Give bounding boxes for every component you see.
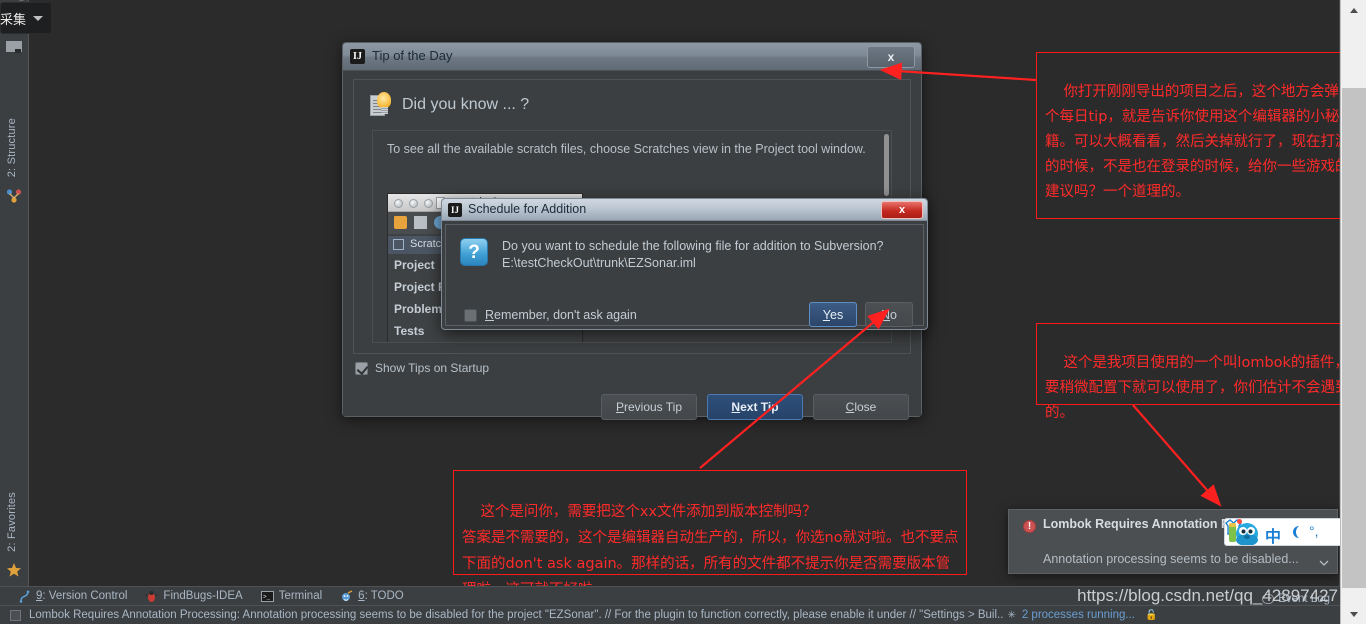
next-tip-button[interactable]: Next Tip: [707, 394, 803, 420]
spinner-icon: ✳: [1007, 609, 1016, 621]
ime-degree-label[interactable]: °,: [1309, 523, 1319, 539]
version-control-icon: [18, 590, 31, 603]
remember-label: Remember, don't ask again: [485, 308, 637, 322]
show-tips-label: Show Tips on Startup: [375, 361, 490, 375]
watermark: https://blog.csdn.net/qq_42897427: [1077, 586, 1338, 605]
moon-icon[interactable]: [1289, 525, 1303, 539]
tip-heading-row: Did you know ... ?: [370, 90, 529, 120]
mock-row: Project F: [394, 280, 446, 294]
svg-text:>_: >_: [263, 593, 271, 600]
folder-icon: [394, 216, 407, 229]
status-message: Lombok Requires Annotation Processing: A…: [29, 609, 1004, 621]
tool-window-terminal[interactable]: >_ Terminal: [260, 590, 323, 603]
todo-icon: [340, 589, 353, 603]
schedule-for-addition-dialog: IJ Schedule for Addition x ? Do you want…: [441, 198, 928, 330]
error-icon: !: [1023, 520, 1036, 533]
intellij-icon: IJ: [448, 203, 462, 217]
sidebar-item-favorites[interactable]: 2: Favorites: [6, 492, 18, 552]
tool-window-version-control[interactable]: 9: Version Control: [18, 590, 127, 603]
tool-window-label: 6: TODO: [358, 590, 404, 602]
mock-window-dot: [409, 199, 418, 208]
left-tool-strip: ro] 2: Structure 2: Favorites: [0, 0, 29, 586]
tool-window-label: 9: Version Control: [36, 590, 128, 602]
schedule-message-line2: E:\testCheckOut\trunk\EZSonar.iml: [502, 256, 696, 270]
mock-row: Project: [394, 258, 435, 272]
ime-mode-label[interactable]: 中: [1265, 523, 1281, 545]
schedule-dialog-titlebar[interactable]: IJ Schedule for Addition x: [442, 199, 927, 221]
mock-window-dot: [424, 199, 433, 208]
schedule-message: Do you want to schedule the following fi…: [502, 238, 913, 272]
chevron-down-icon[interactable]: [1319, 555, 1329, 566]
lock-icon[interactable]: 🔓: [1145, 610, 1157, 621]
findbugs-icon: [145, 590, 159, 603]
qq-penguin-icon: [1228, 520, 1262, 545]
tip-body-text: To see all the available scratch files, …: [387, 142, 866, 156]
checkbox-box: [355, 361, 368, 375]
sidebar-item-structure[interactable]: 2: Structure: [6, 118, 18, 177]
schedule-message-line1: Do you want to schedule the following fi…: [502, 239, 884, 253]
terminal-icon: >_: [260, 590, 274, 603]
annotation-bottom: 这个是问你，需要把这个xx文件添加到版本控制吗？ 答案是不需要的，这个是编辑器自…: [453, 470, 967, 598]
screen: ro] 2: Structure 2: Favorites 采集: [0, 0, 1366, 624]
scrollbar-thumb[interactable]: [1342, 88, 1366, 588]
previous-tip-button[interactable]: Previous Tip: [601, 394, 697, 420]
schedule-dialog-title: Schedule for Addition: [468, 202, 587, 216]
question-icon: ?: [460, 238, 488, 266]
annotation-top-right: 你打开刚刚导出的项目之后，这个地方会弹出个每日tip，就是告诉你使用这个编辑器的…: [1036, 52, 1366, 219]
tip-dialog-titlebar[interactable]: IJ Tip of the Day x: [343, 43, 921, 71]
tool-window-label: Terminal: [278, 590, 323, 602]
status-bar: Lombok Requires Annotation Processing: A…: [0, 605, 1366, 624]
tip-dialog-buttons: Previous Tip Next Tip Close: [601, 394, 909, 420]
close-button[interactable]: x: [867, 46, 915, 68]
close-button[interactable]: x: [881, 201, 923, 219]
schedule-dialog-body: ? Do you want to schedule the following …: [445, 224, 924, 327]
save-icon: [414, 216, 427, 229]
tip-dialog-title: Tip of the Day: [372, 48, 453, 63]
toolbar-combobox-label: 采集: [0, 12, 27, 27]
tool-window-findbugs[interactable]: FindBugs-IDEA: [145, 590, 243, 603]
mock-window-dot: [394, 199, 403, 208]
scratches-icon: [393, 239, 404, 250]
schedule-dialog-buttons: Yes No: [809, 302, 913, 327]
remember-dont-ask-again-checkbox[interactable]: Remember, don't ask again: [464, 308, 637, 322]
star-icon[interactable]: [6, 562, 22, 578]
annotation-mid-right: 这个是我项目使用的一个叫lombok的插件，需要稍微配置下就可以使用了，你们估计…: [1036, 323, 1366, 421]
lightbulb-icon: [370, 92, 394, 118]
module-icon[interactable]: [6, 38, 22, 54]
show-tips-on-startup-checkbox[interactable]: Show Tips on Startup: [355, 361, 489, 375]
checkbox-box: [464, 308, 477, 322]
scroll-up-button[interactable]: [1341, 0, 1366, 20]
processes-running-link[interactable]: 2 processes running...: [1022, 609, 1135, 621]
tip-heading: Did you know ... ?: [402, 96, 530, 113]
scroll-down-button[interactable]: [1341, 604, 1366, 624]
structure-icon[interactable]: [6, 188, 22, 204]
window-scrollbar[interactable]: [1340, 0, 1366, 624]
mock-row: Tests: [394, 324, 425, 338]
tool-window-todo[interactable]: 6: TODO: [340, 589, 404, 603]
tool-window-label: FindBugs-IDEA: [163, 590, 243, 602]
status-checkbox-icon[interactable]: [10, 609, 21, 621]
intellij-icon: IJ: [350, 49, 365, 64]
mock-selected-label: Scratc: [410, 238, 442, 250]
yes-button[interactable]: Yes: [809, 302, 857, 327]
close-tip-button[interactable]: Close: [813, 394, 909, 420]
balloon-message: Annotation processing seems to be disabl…: [1043, 552, 1299, 566]
no-button[interactable]: No: [865, 302, 913, 327]
